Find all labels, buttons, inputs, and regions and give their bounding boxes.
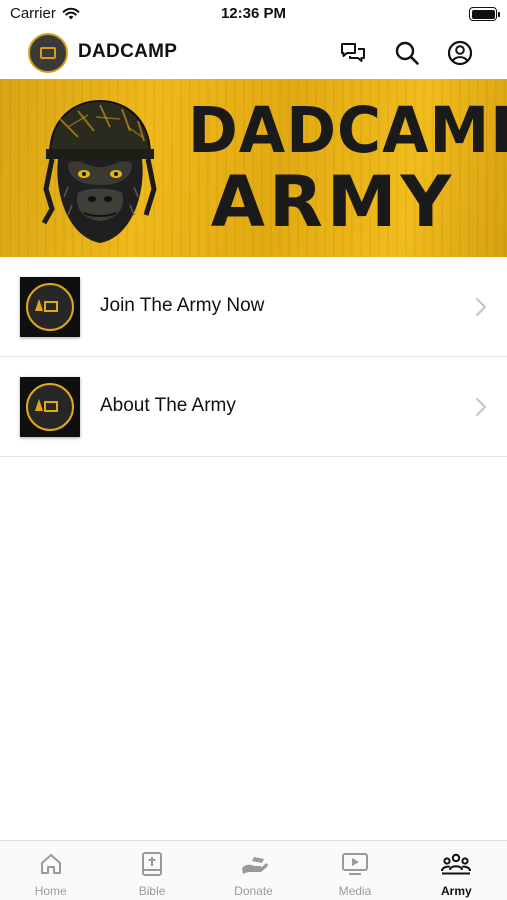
search-icon <box>395 41 419 65</box>
gorilla-soldier-illustration <box>41 99 157 243</box>
cabin-icon <box>44 401 58 412</box>
media-icon <box>341 853 368 875</box>
app-title: DADCAMP <box>78 41 178 62</box>
status-bar: Carrier 12:36 PM <box>0 0 507 28</box>
home-icon <box>40 854 61 874</box>
donate-icon <box>241 857 268 874</box>
tree-icon <box>35 399 43 411</box>
profile-icon <box>447 40 473 66</box>
dadcamp-badge-thumbnail <box>20 377 80 437</box>
tab-label: Donate <box>234 884 273 898</box>
tab-donate[interactable]: Donate <box>203 841 304 900</box>
army-banner: DADCAMP ARMY <box>0 79 507 257</box>
tab-bar: Home Bible Donate Media Army <box>0 840 507 900</box>
list-item-join-army[interactable]: Join The Army Now <box>0 257 507 357</box>
army-icon <box>441 853 472 875</box>
tab-label: Home <box>34 884 67 898</box>
cabin-icon <box>44 301 58 312</box>
profile-button[interactable] <box>446 39 474 67</box>
list-item-about-army[interactable]: About The Army <box>0 357 507 457</box>
tab-label: Bible <box>138 884 166 898</box>
tab-media[interactable]: Media <box>304 841 405 900</box>
banner-title: DADCAMP ARMY <box>188 94 507 243</box>
tab-army[interactable]: Army <box>406 841 507 900</box>
tab-bible[interactable]: Bible <box>101 841 202 900</box>
dadcamp-badge-thumbnail <box>20 277 80 337</box>
chevron-right-icon <box>476 398 486 416</box>
search-button[interactable] <box>393 39 421 67</box>
tab-label: Media <box>338 884 372 898</box>
bible-icon <box>142 852 163 876</box>
tab-label: Army <box>440 884 472 898</box>
tab-home[interactable]: Home <box>0 841 101 900</box>
chevron-right-icon <box>476 298 486 316</box>
app-logo[interactable] <box>28 33 68 73</box>
cabin-icon <box>40 47 56 59</box>
list-item-label: About The Army <box>100 395 236 416</box>
chat-button[interactable] <box>339 39 367 67</box>
list-item-label: Join The Army Now <box>100 295 265 316</box>
tree-icon <box>35 299 43 311</box>
app-header: DADCAMP <box>0 28 507 78</box>
battery-icon <box>469 7 500 21</box>
banner-title-line1: DADCAMP <box>188 94 507 168</box>
chat-icon <box>341 43 365 62</box>
status-time: 12:36 PM <box>220 5 287 22</box>
banner-title-line2: ARMY <box>210 161 456 243</box>
army-menu-list: Join The Army Now About The Army <box>0 257 507 457</box>
